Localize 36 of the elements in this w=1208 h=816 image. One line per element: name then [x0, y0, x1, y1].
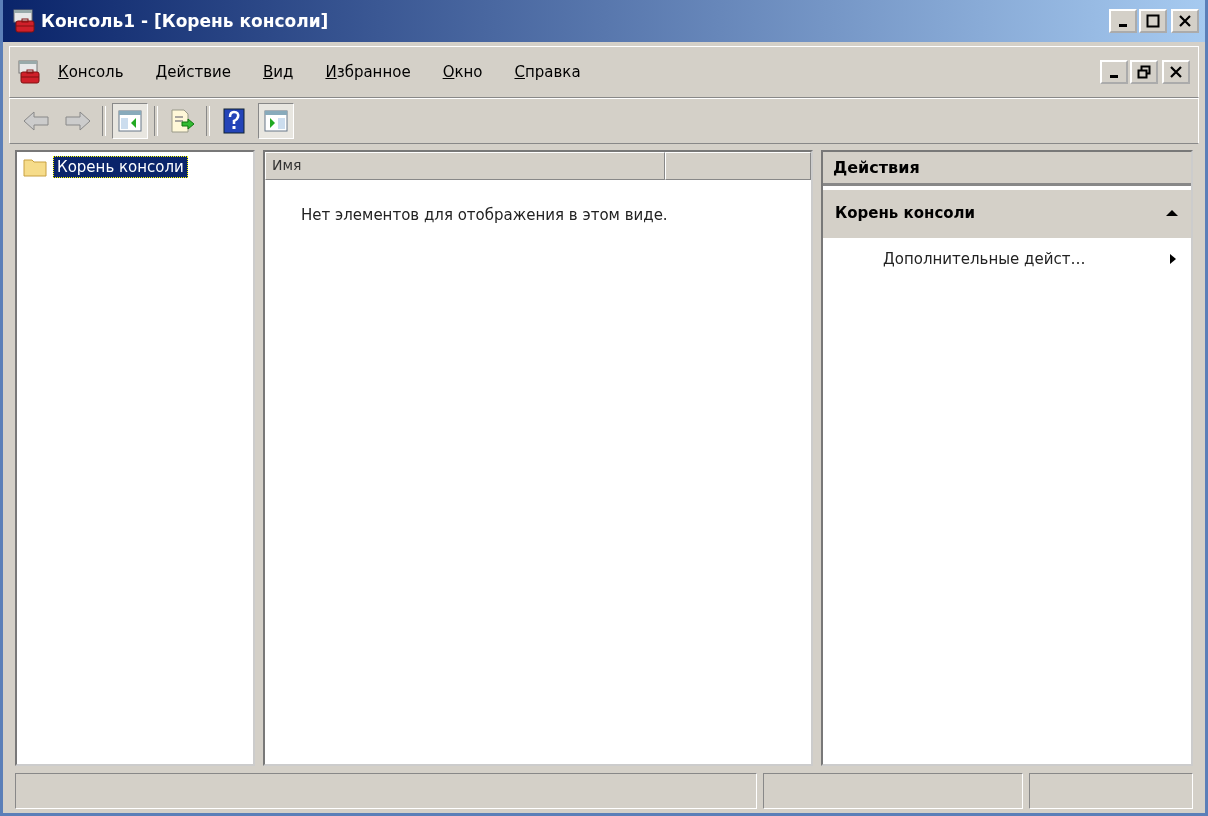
folder-icon	[23, 157, 47, 177]
export-list-icon	[169, 109, 195, 133]
empty-message: Нет элементов для отображения в этом виде.	[301, 206, 669, 224]
app-menu-icon	[18, 60, 40, 84]
minimize-button[interactable]	[1100, 60, 1128, 84]
actions-section-header[interactable]: Корень консоли	[823, 190, 1191, 238]
pane-right-icon	[264, 110, 288, 132]
app-icon	[13, 9, 35, 33]
restore-button[interactable]	[1130, 60, 1158, 84]
column-header[interactable]: Имя	[265, 152, 665, 180]
minimize-button[interactable]	[1109, 9, 1137, 33]
minimize-icon	[1119, 23, 1127, 27]
window-title: Консоль1 - [Корень консоли]	[41, 11, 330, 31]
tree-item[interactable]: Корень консоли	[53, 156, 188, 178]
maximize-icon	[1146, 14, 1160, 28]
close-button[interactable]	[1162, 60, 1190, 84]
forward-arrow-icon	[64, 110, 92, 132]
actions-header: Действия	[823, 152, 1191, 186]
collapse-arrow-icon	[1165, 208, 1179, 218]
column-header[interactable]	[665, 152, 811, 180]
close-icon	[1169, 65, 1183, 79]
minimize-icon	[1110, 74, 1118, 78]
action-link[interactable]: Дополнительные дейст…	[883, 250, 1086, 268]
menu-item[interactable]: Справка	[500, 59, 595, 85]
menu-item[interactable]: Действие	[141, 59, 245, 85]
menu-item[interactable]: Вид	[249, 59, 308, 85]
restore-icon	[1137, 65, 1151, 79]
help-icon	[223, 108, 245, 134]
menu-item[interactable]: Окно	[428, 59, 497, 85]
maximize-button[interactable]	[1139, 9, 1167, 33]
close-button[interactable]	[1171, 9, 1199, 33]
menu-item[interactable]: Консоль	[44, 59, 138, 85]
close-icon	[1178, 14, 1192, 28]
back-arrow-icon	[22, 110, 50, 132]
pane-left-icon	[118, 110, 142, 132]
menu-item[interactable]: Избранное	[311, 59, 425, 85]
